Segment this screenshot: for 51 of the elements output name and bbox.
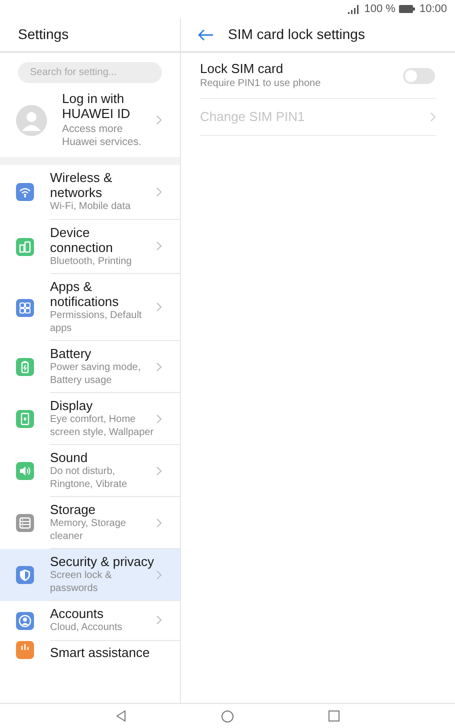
chevron-icon xyxy=(156,570,162,580)
avatar-icon xyxy=(16,104,47,136)
menu-item-subtitle: Do not disturb, Ringtone, Vibrate xyxy=(50,466,128,491)
menu-item-subtitle: Power saving mode, Battery usage xyxy=(50,362,142,387)
menu-item-subtitle: Memory, Storage cleaner xyxy=(50,518,127,543)
chevron-icon xyxy=(156,466,162,476)
account-subtitle: Access more Huawei services. xyxy=(62,123,142,149)
menu-item-subtitle: Cloud, Accounts xyxy=(50,622,124,634)
back-arrow-icon[interactable] xyxy=(198,28,214,40)
recents-icon[interactable] xyxy=(328,710,340,722)
chevron-icon xyxy=(156,302,162,312)
row-subtitle: Require PIN1 to use phone xyxy=(200,77,322,90)
chevron-icon xyxy=(156,518,162,528)
chevron-icon xyxy=(156,414,162,424)
chevron-icon xyxy=(156,241,162,252)
chevron-icon xyxy=(156,115,162,125)
menu-item-subtitle: Eye comfort, Home screen style, Wallpaper xyxy=(50,414,155,439)
menu-item-title: Apps & notifications xyxy=(50,279,120,309)
menu-item-title: Battery xyxy=(50,346,92,361)
menu-item-title: Wireless & networks xyxy=(50,170,114,200)
menu-item-subtitle: Screen lock & passwords xyxy=(50,570,113,595)
menu-item-title: Device connection xyxy=(50,224,114,254)
menu-item-title: Sound xyxy=(50,450,89,465)
battery-icon xyxy=(399,5,416,13)
menu-item-title: Security & privacy xyxy=(50,554,156,569)
menu-item-subtitle: Permissions, Default apps xyxy=(50,310,143,335)
signal-icon xyxy=(348,4,360,14)
row-title: Lock SIM card xyxy=(200,61,284,77)
home-icon[interactable] xyxy=(221,710,234,722)
settings-row[interactable]: Lock SIM card Require PIN1 to use phone xyxy=(200,53,436,99)
clock: 10:00 xyxy=(419,2,447,17)
menu-item-subtitle: Wi-Fi, Mobile data xyxy=(50,201,132,214)
chevron-icon xyxy=(156,615,162,626)
row-title: Change SIM PIN1 xyxy=(200,109,306,125)
search-field[interactable]: Search for setting... xyxy=(18,62,162,83)
account-row[interactable]: Log in with HUAWEI ID Access more Huawei services. xyxy=(0,83,180,157)
account-title: Log in with HUAWEI ID xyxy=(62,91,132,121)
settings-title: Settings xyxy=(18,25,69,44)
menu-item-title: Accounts xyxy=(50,606,104,621)
menu-item-title: Smart assistance xyxy=(50,644,151,660)
menu-item[interactable]: Security & privacy Screen lock & passwords xyxy=(0,549,180,601)
menu-item-title: Display xyxy=(50,398,94,413)
battery-percentage: 100 % xyxy=(364,2,396,17)
chevron-icon xyxy=(156,362,162,372)
back-icon[interactable] xyxy=(115,710,127,722)
chevron-icon xyxy=(430,112,436,122)
menu-item-title: Storage xyxy=(50,502,97,517)
menu-item-subtitle: Bluetooth, Printing xyxy=(50,256,133,268)
page-title: SIM card lock settings xyxy=(228,25,365,44)
chevron-icon xyxy=(156,186,162,197)
toggle-switch[interactable] xyxy=(403,68,435,84)
